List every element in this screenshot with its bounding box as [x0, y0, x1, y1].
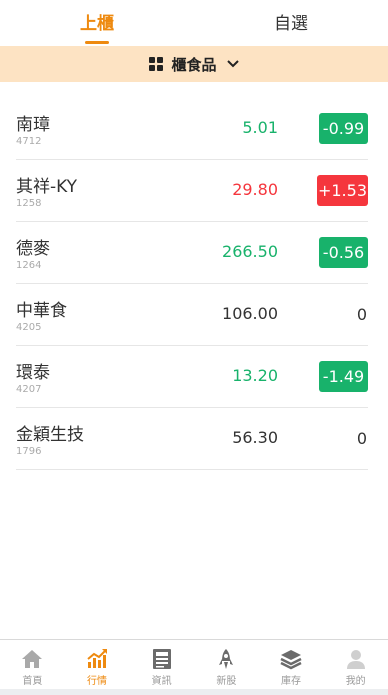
stock-row[interactable]: 環泰 4207 13.20 -1.49 [16, 346, 368, 408]
stock-row[interactable]: 德麥 1264 266.50 -0.56 [16, 222, 368, 284]
stock-change-badge: -0.99 [319, 113, 368, 144]
stock-change-badge: 0 [356, 429, 367, 448]
nav-market-label: 行情 [87, 676, 107, 687]
stock-change-badge: -1.49 [319, 361, 368, 392]
tab-watchlist[interactable]: 自選 [194, 0, 388, 46]
home-icon [22, 650, 43, 668]
stock-change-badge: -0.56 [319, 237, 368, 268]
stock-code: 1258 [16, 198, 42, 209]
top-tabs: 上櫃 自選 [0, 0, 388, 46]
tab-otc[interactable]: 上櫃 [0, 0, 194, 46]
stock-change-badge: +1.53 [316, 175, 368, 206]
stock-row[interactable]: 南璋 4712 5.01 -0.99 [16, 98, 368, 160]
stock-code: 4712 [16, 136, 42, 147]
stock-name: 中華食 [16, 301, 67, 321]
tab-otc-label: 上櫃 [80, 14, 114, 34]
stock-list: 南璋 4712 5.01 -0.99 其祥-KY 1258 29.80 +1.5… [16, 98, 368, 470]
layers-icon [280, 650, 302, 670]
nav-ipo[interactable]: 新股 [194, 640, 259, 689]
nav-home-label: 首頁 [22, 676, 43, 687]
grid-icon [149, 57, 164, 71]
stock-name: 南璋 [16, 115, 50, 135]
stock-name: 環泰 [16, 363, 50, 383]
nav-ipo-label: 新股 [216, 676, 237, 687]
stock-code: 4207 [16, 384, 42, 395]
stock-name: 其祥-KY [16, 177, 78, 197]
category-selector[interactable]: 櫃食品 [0, 46, 388, 82]
bottom-strip [0, 689, 388, 695]
tab-watchlist-label: 自選 [274, 14, 308, 34]
stock-row[interactable]: 中華食 4205 106.00 0 [16, 284, 368, 346]
active-tab-indicator [85, 41, 109, 44]
stock-price: 106.00 [222, 304, 278, 323]
stock-name: 金穎生技 [16, 425, 84, 445]
stock-price: 29.80 [232, 180, 278, 199]
nav-market[interactable]: 行情 [65, 640, 130, 689]
stock-code: 1264 [16, 260, 42, 271]
stock-price: 13.20 [232, 366, 278, 385]
nav-profile[interactable]: 我的 [323, 640, 388, 689]
nav-inventory[interactable]: 庫存 [259, 640, 324, 689]
stock-code: 4205 [16, 322, 42, 333]
stock-price: 56.30 [232, 428, 278, 447]
user-icon [346, 650, 365, 669]
news-icon [152, 649, 171, 669]
nav-news-label: 資訊 [151, 676, 172, 687]
stock-change-badge: 0 [356, 305, 367, 324]
stock-price: 5.01 [242, 118, 278, 137]
stock-price: 266.50 [222, 242, 278, 261]
chart-icon [87, 649, 107, 668]
category-label: 櫃食品 [171, 55, 217, 74]
stock-row[interactable]: 其祥-KY 1258 29.80 +1.53 [16, 160, 368, 222]
chevron-down-icon [226, 60, 239, 68]
nav-news[interactable]: 資訊 [129, 640, 194, 689]
nav-inventory-label: 庫存 [281, 676, 302, 687]
nav-home[interactable]: 首頁 [0, 640, 65, 689]
bottom-nav: 首頁 行情 資訊 新股 庫存 我的 [0, 639, 388, 689]
stock-row[interactable]: 金穎生技 1796 56.30 0 [16, 408, 368, 470]
stock-code: 1796 [16, 446, 42, 457]
stock-name: 德麥 [16, 239, 50, 259]
rocket-icon [219, 649, 234, 669]
nav-profile-label: 我的 [345, 676, 366, 687]
